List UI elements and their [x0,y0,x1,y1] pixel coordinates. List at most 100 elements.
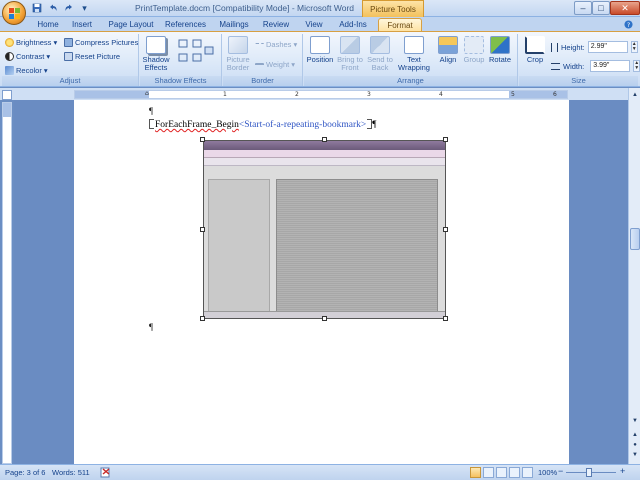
group-button[interactable]: Group [460,36,488,64]
ruler-number-5: 5 [511,91,515,98]
zoom-in-icon[interactable]: + [620,466,625,476]
resize-handle-top[interactable] [322,137,327,142]
tab-view[interactable]: View [300,18,328,32]
image-titlebar [204,141,445,150]
resize-handle-bottom-right[interactable] [443,316,448,321]
rotate-button[interactable]: Rotate [486,36,514,64]
group-shadow-effects: Shadow Effects Shadow Effects [140,34,222,86]
save-icon[interactable] [30,2,43,14]
contrast-button[interactable]: Contrast ▾ [5,52,50,61]
width-input[interactable]: 3.99" [590,60,631,72]
weight-label: Weight [266,60,290,69]
word-count[interactable]: Words: 511 [52,468,90,477]
align-button[interactable]: Align [434,36,462,64]
zoom-level[interactable]: 100% [538,468,557,477]
resize-handle-bottom[interactable] [322,316,327,321]
tab-page-layout[interactable]: Page Layout [106,18,156,32]
adjust-group-label: Adjust [2,76,138,86]
width-spinner[interactable]: ▲ ▼ [633,60,640,72]
tab-insert[interactable]: Insert [67,18,97,32]
reset-picture-button[interactable]: Reset Picture [64,52,120,61]
text-wrapping-icon [404,36,424,54]
print-layout-view-button[interactable] [470,467,481,478]
select-browse-object-icon[interactable]: ● [630,440,640,450]
compress-icon [64,38,73,47]
bookmark-comment: <Start-of-a-repeating-bookmark> [238,120,367,130]
sun-icon [5,38,14,47]
paragraph-mark: ¶ [149,106,154,116]
tab-review[interactable]: Review [260,18,292,32]
close-button[interactable]: ✕ [610,1,640,15]
send-back-icon [370,36,390,54]
ruler-number-1: 1 [223,91,227,98]
undo-icon[interactable] [46,2,59,14]
draft-view-button[interactable] [522,467,533,478]
weight-button[interactable]: Weight ▾ [255,60,295,69]
vertical-ruler[interactable] [2,102,12,464]
picture-border-button[interactable]: Picture Border [224,36,252,72]
shadow-effects-label: Shadow Effects [142,55,170,72]
picture-tools-label: Picture Tools [362,0,424,17]
merge-field-line[interactable]: ForEachFrame_Begin<Start-of-a-repeating-… [149,119,377,130]
shadow-nudge-controls[interactable] [176,38,216,66]
tab-add-ins[interactable]: Add-Ins [335,18,371,32]
tab-home[interactable]: Home [33,18,63,32]
maximize-button[interactable]: □ [592,1,610,15]
tab-format[interactable]: Format [378,18,422,32]
help-icon[interactable]: ? [622,18,634,32]
position-label: Position [306,55,334,64]
height-input[interactable]: 2.99" [587,41,628,53]
resize-handle-bottom-left[interactable] [200,316,205,321]
group-border: Picture Border Dashes ▾ Weight ▾ Border [223,34,303,86]
tab-mailings[interactable]: Mailings [215,18,253,32]
resize-handle-top-right[interactable] [443,137,448,142]
proofing-icon[interactable] [100,467,112,480]
horizontal-ruler[interactable]: ⌂ 1 2 3 4 5 6 [74,90,568,99]
office-logo-icon [9,8,20,19]
redo-icon[interactable] [62,2,75,14]
crop-button[interactable]: Crop [521,36,549,64]
width-label: Width: [563,61,585,71]
width-field-group: Width: 3.99" ▲ ▼ [551,60,640,72]
full-screen-reading-view-button[interactable] [483,467,494,478]
vertical-scrollbar[interactable]: ▲ ▼ ▲ ● ▼ [628,88,640,464]
embedded-screenshot-image[interactable] [203,140,446,319]
text-wrapping-label: Text Wrapping [398,55,430,72]
resize-handle-right[interactable] [443,227,448,232]
left-margin-area [75,91,149,98]
recolor-button[interactable]: Recolor ▾ [5,66,48,75]
brightness-button[interactable]: Brightness ▾ [5,38,57,47]
scroll-thumb[interactable] [630,228,640,250]
web-layout-view-button[interactable] [496,467,507,478]
send-to-back-button[interactable]: Send to Back [366,36,394,72]
minimize-button[interactable]: – [574,1,592,15]
height-spinner[interactable]: ▲ ▼ [630,41,638,53]
position-button[interactable]: Position [306,36,334,64]
zoom-out-icon[interactable]: − [558,466,563,476]
customize-qat-button[interactable]: ▾ [78,2,91,14]
previous-page-icon[interactable]: ▲ [630,430,640,440]
page-count[interactable]: Page: 3 of 6 [5,468,45,477]
compress-pictures-button[interactable]: Compress Pictures [64,38,138,47]
paragraph-mark-2: ¶ [149,322,154,332]
scroll-up-icon[interactable]: ▲ [630,90,640,100]
zoom-slider-knob[interactable] [586,468,592,477]
resize-handle-left[interactable] [200,227,205,232]
height-icon [551,42,558,52]
shadow-effects-button[interactable]: Shadow Effects [142,36,170,72]
scroll-down-icon[interactable]: ▼ [630,416,640,426]
outline-view-button[interactable] [509,467,520,478]
svg-text:?: ? [626,22,629,29]
resize-handle-top-left[interactable] [200,137,205,142]
indent-marker-icon[interactable]: ⌂ [145,90,149,97]
dashes-icon [255,43,264,46]
group-label: Group [463,55,485,64]
office-button[interactable] [2,1,26,25]
next-page-icon[interactable]: ▼ [630,450,640,460]
bring-to-front-button[interactable]: Bring to Front [336,36,364,72]
tab-references[interactable]: References [163,18,208,32]
dashes-button[interactable]: Dashes ▾ [255,40,297,49]
text-wrapping-button[interactable]: Text Wrapping [398,36,430,72]
ruler-toggle-button[interactable] [2,90,12,100]
border-group-label: Border [223,76,302,86]
